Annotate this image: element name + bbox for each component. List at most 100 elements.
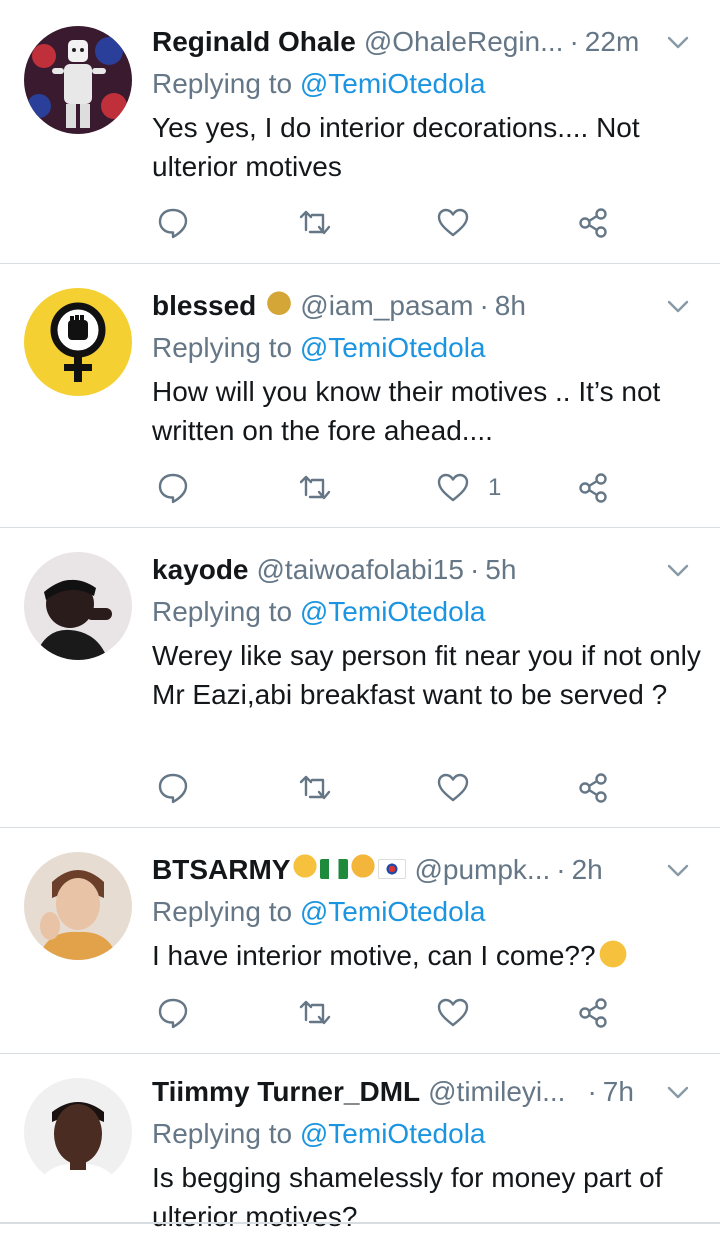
- tweet[interactable]: BTSARMY @pumpk... · 2h Replying to @Temi…: [0, 828, 720, 1054]
- chevron-down-icon[interactable]: [664, 28, 692, 56]
- replying-to: Replying to @TemiOtedola: [152, 594, 720, 630]
- mention-link[interactable]: @TemiOtedola: [300, 596, 486, 627]
- reply-icon: [158, 473, 188, 504]
- female-fist-symbol-avatar-image: [24, 288, 132, 396]
- share-button[interactable]: [576, 768, 610, 808]
- cat-face-emoji: [350, 853, 377, 879]
- timestamp[interactable]: 22m: [585, 24, 639, 60]
- timestamp[interactable]: 2h: [572, 852, 603, 888]
- share-icon: [579, 473, 607, 503]
- timestamp[interactable]: 5h: [485, 552, 516, 588]
- retweet-icon: [299, 475, 331, 500]
- mention-link[interactable]: @TemiOtedola: [300, 1118, 486, 1149]
- chevron-down-icon[interactable]: [664, 556, 692, 584]
- user-handle[interactable]: @OhaleRegin...: [364, 24, 564, 60]
- tweet-text: I have interior motive, can I come??: [152, 940, 596, 971]
- like-button[interactable]: 1: [436, 468, 501, 508]
- mention-link[interactable]: @TemiOtedola: [300, 332, 486, 363]
- retweet-icon: [299, 775, 331, 800]
- like-button[interactable]: [436, 203, 488, 243]
- chevron-down-icon[interactable]: [664, 1078, 692, 1106]
- tweet-header: Reginald Ohale @OhaleRegin... · 22m: [152, 24, 720, 60]
- replying-to: Replying to @TemiOtedola: [152, 894, 720, 930]
- heart-icon: [437, 773, 469, 802]
- reply-feed: Reginald Ohale @OhaleRegin... · 22m Repl…: [0, 0, 720, 1244]
- reply-icon: [158, 773, 188, 804]
- avatar[interactable]: [24, 26, 132, 134]
- tweet-text: How will you know their motives .. It’s …: [152, 376, 661, 446]
- user-handle[interactable]: @timileyi...: [428, 1074, 565, 1110]
- mention-link[interactable]: @TemiOtedola: [300, 896, 486, 927]
- timestamp[interactable]: 8h: [495, 288, 526, 324]
- tweet-header: blessed @iam_pasam · 8h: [152, 288, 720, 324]
- tweet-header: kayode @taiwoafolabi15 · 5h: [152, 552, 720, 588]
- like-button[interactable]: [436, 993, 488, 1033]
- chevron-down-icon[interactable]: [664, 856, 692, 884]
- retweet-icon: [299, 1000, 331, 1025]
- display-name[interactable]: blessed: [152, 288, 256, 324]
- reply-button[interactable]: [156, 768, 190, 808]
- user-handle[interactable]: @iam_pasam: [300, 288, 473, 324]
- mention-link[interactable]: @TemiOtedola: [300, 68, 486, 99]
- separator-dot: ·: [556, 854, 566, 885]
- avatar[interactable]: [24, 288, 132, 396]
- tweet-text: Is begging shamelessly for money part of…: [152, 1162, 663, 1232]
- nigeria-flag-emoji: [320, 859, 349, 879]
- replying-to: Replying to @TemiOtedola: [152, 1116, 720, 1152]
- share-button[interactable]: [576, 468, 610, 508]
- separator-dot: ·: [479, 290, 489, 321]
- tweet[interactable]: Reginald Ohale @OhaleRegin... · 22m Repl…: [0, 0, 720, 264]
- tweet-text-row: I have interior motive, can I come??: [152, 936, 702, 975]
- tweet[interactable]: blessed @iam_pasam · 8h Replying to @Tem…: [0, 264, 720, 528]
- person-photo-avatar-image: [24, 1078, 132, 1186]
- reply-button[interactable]: [156, 203, 190, 243]
- bottom-divider: [0, 1222, 720, 1224]
- heart-icon: [437, 208, 469, 237]
- money-bag-emoji: [266, 289, 293, 315]
- display-name[interactable]: BTSARMY: [152, 852, 290, 888]
- timestamp[interactable]: 7h: [603, 1074, 634, 1110]
- south-korea-flag-emoji: [378, 859, 407, 879]
- reply-icon: [158, 998, 188, 1029]
- avatar[interactable]: [24, 1078, 132, 1186]
- replying-to-prefix: Replying to: [152, 596, 293, 627]
- replying-to-prefix: Replying to: [152, 896, 293, 927]
- replying-to: Replying to @TemiOtedola: [152, 66, 720, 102]
- separator-dot: ·: [569, 26, 579, 57]
- tweet[interactable]: Tiimmy Turner_DML @timileyi... · 7h Repl…: [0, 1054, 720, 1232]
- user-handle[interactable]: @pumpk...: [414, 852, 550, 888]
- display-name[interactable]: kayode: [152, 552, 249, 588]
- reply-button[interactable]: [156, 468, 190, 508]
- replying-to-prefix: Replying to: [152, 1118, 293, 1149]
- pleading-face-emoji: [597, 939, 628, 969]
- tweet[interactable]: kayode @taiwoafolabi15 · 5h Replying to …: [0, 528, 720, 828]
- replying-to-prefix: Replying to: [152, 332, 293, 363]
- heart-icon: [437, 473, 469, 502]
- separator-dot: ·: [469, 554, 480, 585]
- user-handle[interactable]: @taiwoafolabi15: [257, 552, 464, 588]
- hugging-face-emoji: [292, 853, 319, 879]
- person-photo-avatar-image: [24, 552, 132, 660]
- avatar[interactable]: [24, 552, 132, 660]
- retweet-icon: [299, 210, 331, 235]
- reply-icon: [158, 208, 188, 239]
- share-icon: [579, 998, 607, 1028]
- retweet-button[interactable]: [298, 993, 332, 1033]
- share-button[interactable]: [576, 993, 610, 1033]
- retweet-button[interactable]: [298, 468, 332, 508]
- display-name[interactable]: Tiimmy Turner_DML: [152, 1074, 420, 1110]
- avatar[interactable]: [24, 852, 132, 960]
- retweet-button[interactable]: [298, 203, 332, 243]
- display-name[interactable]: Reginald Ohale: [152, 24, 356, 60]
- retweet-button[interactable]: [298, 768, 332, 808]
- reply-button[interactable]: [156, 993, 190, 1033]
- marshmello-avatar-image: [24, 26, 132, 134]
- tweet-header: BTSARMY @pumpk... · 2h: [152, 852, 720, 888]
- share-icon: [579, 773, 607, 803]
- share-button[interactable]: [576, 203, 610, 243]
- heart-icon: [437, 998, 469, 1027]
- person-photo-avatar-image: [24, 852, 132, 960]
- tweet-text: Yes yes, I do interior decorations.... N…: [152, 112, 640, 182]
- like-button[interactable]: [436, 768, 488, 808]
- chevron-down-icon[interactable]: [664, 292, 692, 320]
